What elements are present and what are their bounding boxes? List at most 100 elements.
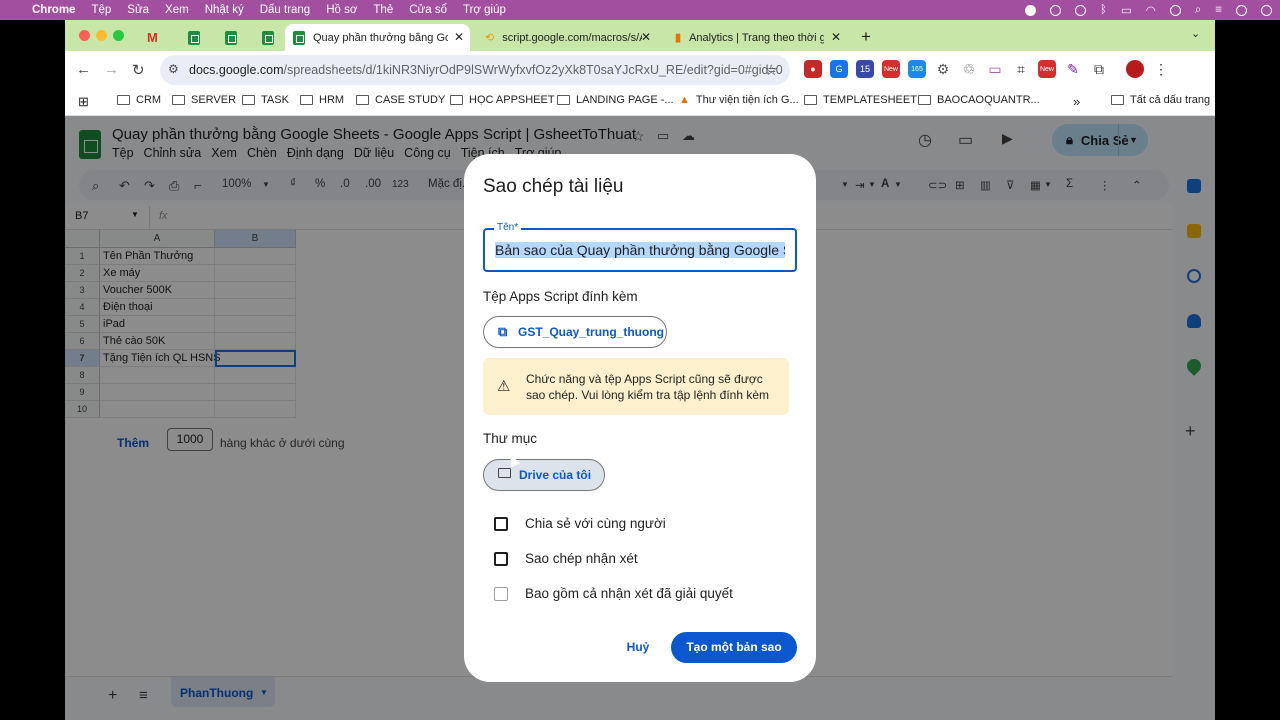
close-tab-icon[interactable]: ✕ [454,30,464,44]
battery-icon[interactable]: ▭ [1121,3,1132,17]
menu-item-bookmarks[interactable]: Dấu trang [260,4,311,16]
bookmark-folder[interactable]: LANDING PAGE -... [557,94,674,106]
gmail-icon: M [147,30,158,45]
copy-name-input[interactable]: Bản sao của Quay phần thưởng bằng Google… [495,242,785,258]
bookmark-folder[interactable]: BAOCAOQUANTR... [918,94,1040,106]
drive-icon: ▲ [679,94,690,106]
make-copy-button[interactable]: Tạo một bản sao [671,632,797,663]
more-bookmarks-icon[interactable]: » [1073,94,1080,109]
shield-icon[interactable] [1075,4,1086,16]
apps-script-file-label: GST_Quay_trung_thuong [518,325,665,339]
extension-new-badge[interactable]: New [882,60,900,78]
open-external-icon: ⧉ [498,324,508,339]
wifi-icon[interactable]: ◠ [1146,3,1156,17]
pinned-tab-gmail[interactable]: M [147,24,167,51]
bookmark-link[interactable]: ▲ Thư viện tiện ích G... [679,94,799,106]
apps-script-section-label: Tệp Apps Script đính kèm [483,289,638,304]
new-tab-icon[interactable]: + [861,27,871,47]
control-center-icon[interactable]: ≡ [1215,4,1222,16]
menu-item-profiles[interactable]: Hồ sơ [326,4,357,16]
clock-icon[interactable] [1261,4,1272,16]
menu-item-history[interactable]: Nhật ký [205,4,244,16]
close-window-button[interactable] [79,30,90,41]
tab-analytics[interactable]: ▮ Analytics | Trang theo thời gian thực … [667,24,847,51]
apps-grid-icon[interactable]: ⊞ [78,94,89,110]
menu-item-tab[interactable]: Thẻ [373,4,393,16]
minimize-window-button[interactable] [96,30,107,41]
cancel-button[interactable]: Huỷ [616,633,660,661]
menu-item-edit[interactable]: Sửa [127,4,149,16]
extension-new-badge-2[interactable]: New [1038,60,1056,78]
all-bookmarks-folder[interactable]: Tất cả dấu trang [1111,94,1210,106]
bookmark-folder[interactable]: TEMPLATESHEET [804,94,917,106]
screen-time-icon[interactable] [1169,4,1181,16]
copy-name-field[interactable]: Tên* Bản sao của Quay phần thưởng bằng G… [483,222,797,272]
bookmark-folder[interactable]: CRM [117,94,161,106]
record-icon[interactable] [1025,4,1036,16]
sheets-icon [262,30,274,45]
address-toolbar: ← → ↻ ⚙ docs.google.com/spreadsheets/d/1… [65,51,1215,89]
menu-app-name[interactable]: Chrome [32,4,75,16]
folder-picker-button[interactable]: Drive của tôi [483,459,605,491]
puzzle-icon[interactable]: ⧉ [1090,60,1108,78]
bookmark-folder[interactable]: SERVER [172,94,236,106]
forward-icon[interactable]: → [104,61,119,78]
bluetooth-icon[interactable]: ᛒ [1100,4,1107,16]
zoom-app-icon[interactable] [1050,4,1061,16]
bookmark-folder[interactable]: HRM [300,94,344,106]
omnibox[interactable]: ⚙ docs.google.com/spreadsheets/d/1kiNR3N… [160,55,790,85]
profile-avatar[interactable] [1126,60,1144,78]
search-icon[interactable]: ⌕ [1195,4,1201,17]
copy-document-dialog: Sao chép tài liệu Tên* Bản sao của Quay … [464,154,816,682]
warning-icon: ⚠ [497,378,511,395]
tab-apps-script[interactable]: ⟲ script.google.com/macros/s/AKfycb ✕ [477,24,657,51]
include-resolved-comments-checkbox[interactable] [494,587,508,601]
close-tab-icon[interactable]: ✕ [641,30,651,44]
sheets-icon [293,30,305,45]
pinned-tab-sheet-1[interactable] [180,24,200,51]
extension-badge-15[interactable]: 15 [856,60,874,78]
bookmark-star-icon[interactable]: ☆ [765,61,778,79]
reload-icon[interactable]: ↻ [132,61,145,79]
pinned-tab-sheet-3[interactable] [254,24,274,51]
menu-item-window[interactable]: Cửa sổ [409,4,447,16]
folder-icon [450,95,463,105]
close-tab-icon[interactable]: ✕ [831,30,841,44]
share-same-people-label[interactable]: Chia sẻ với cùng người [525,516,666,531]
bookmark-folder[interactable]: CASE STUDY [356,94,445,106]
tab-title: Quay phần thưởng bằng Google Sheets [313,31,448,44]
folder-icon [172,95,185,105]
folder-icon [242,95,255,105]
extension-red-icon[interactable]: ● [804,60,822,78]
pinned-tab-sheet-2[interactable] [217,24,237,51]
bookmark-folder[interactable]: TASK [242,94,289,106]
bookmark-folder[interactable]: HỌC APPSHEET [450,94,555,106]
warning-text: Chức năng và tệp Apps Script cũng sẽ đượ… [526,372,770,402]
url-text: docs.google.com/spreadsheets/d/1kiNR3Niy… [189,63,783,77]
include-resolved-comments-label[interactable]: Bao gồm cả nhận xét đã giải quyết [525,586,733,601]
copy-comments-label[interactable]: Sao chép nhận xét [525,551,638,566]
share-same-people-checkbox[interactable] [494,517,508,531]
translate-icon[interactable]: G [830,60,848,78]
menu-item-help[interactable]: Trợ giúp [463,4,506,16]
gear-extension-icon[interactable]: ⚙ [934,60,952,78]
back-icon[interactable]: ← [76,61,91,78]
extension-badge-165[interactable]: 165 [908,60,926,78]
folder-icon [117,95,130,105]
site-info-icon[interactable]: ⚙ [168,62,179,76]
recycle-icon[interactable]: ♲ [960,60,978,78]
copy-comments-checkbox[interactable] [494,552,508,566]
bookmarks-bar: ⊞ CRM SERVER TASK HRM CASE STUDY HỌC APP… [65,89,1215,116]
more-menu-icon[interactable]: ⋮ [1152,60,1170,78]
tab-search-chevron-icon[interactable]: ⌄ [1191,27,1200,40]
tab-strip: M Quay phần thưởng bằng Google Sheets ✕ … [65,20,1215,51]
apps-script-file-button[interactable]: ⧉ GST_Quay_trung_thuong [483,316,667,348]
crop-icon[interactable]: ⌗ [1012,60,1030,78]
menu-item-view[interactable]: Xem [165,4,189,16]
pen-icon[interactable]: ✎ [1064,60,1082,78]
eraser-icon[interactable]: ▭ [986,60,1004,78]
zoom-window-button[interactable] [113,30,124,41]
tab-active-sheets[interactable]: Quay phần thưởng bằng Google Sheets ✕ [285,24,470,51]
menu-item-file[interactable]: Tệp [91,4,111,16]
siri-icon[interactable] [1236,4,1247,16]
